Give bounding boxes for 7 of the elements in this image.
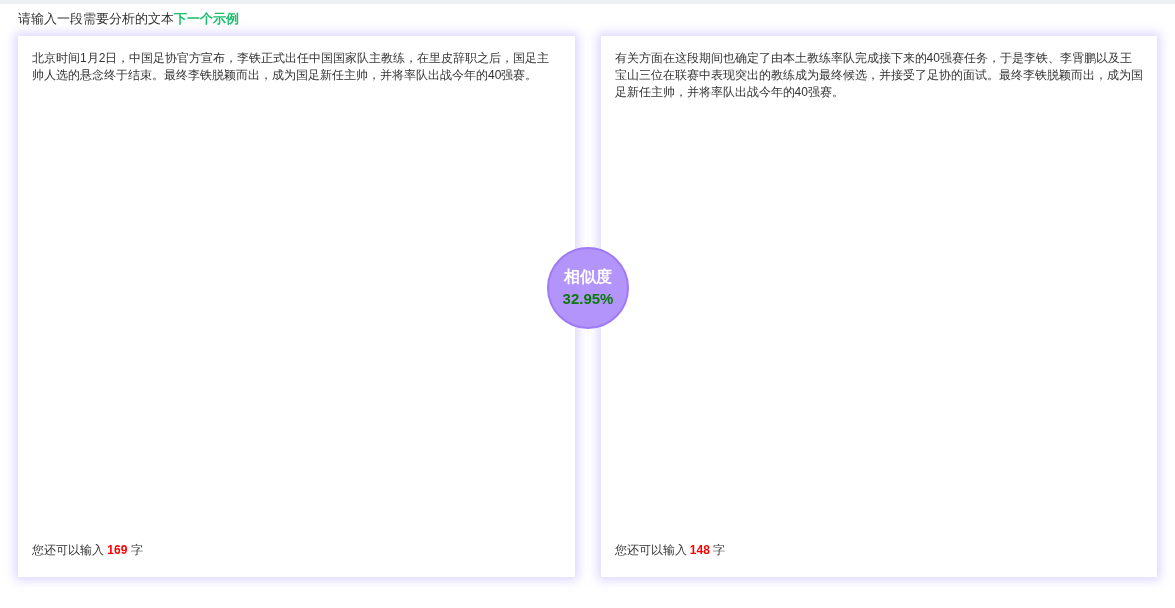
similarity-label: 相似度 [564,268,612,286]
similarity-value: 32.95% [562,290,614,308]
remaining-characters-text: 您还可以输入 148 字 [614,542,726,559]
text-input-field[interactable]: 北京时间1月2日，中国足协官方宣布，李铁正式出任中国国家队主教练，在里皮辞职之后，国足主帅人选的悬念终于结束。最终李铁脱颖而出，成为国足新任主帅，并将率队出战今年的40强赛。 [32,50,561,541]
prompt-label: 请输入一段需要分析的文本 [18,9,174,28]
text-input-field[interactable]: 有关方面在这段期间也确定了由本土教练率队完成接下来的40强赛任务，于是李铁、李霄鹏以及王宝山三位在联赛中表现突出的教练成为最终候选，并接受了足协的面试。最终李铁脱颖而出，成为国足新任主帅，并将率队出战今年的40强赛。 [614,50,1143,541]
remaining-characters-text: 您还可以输入 169 字 [32,542,143,559]
